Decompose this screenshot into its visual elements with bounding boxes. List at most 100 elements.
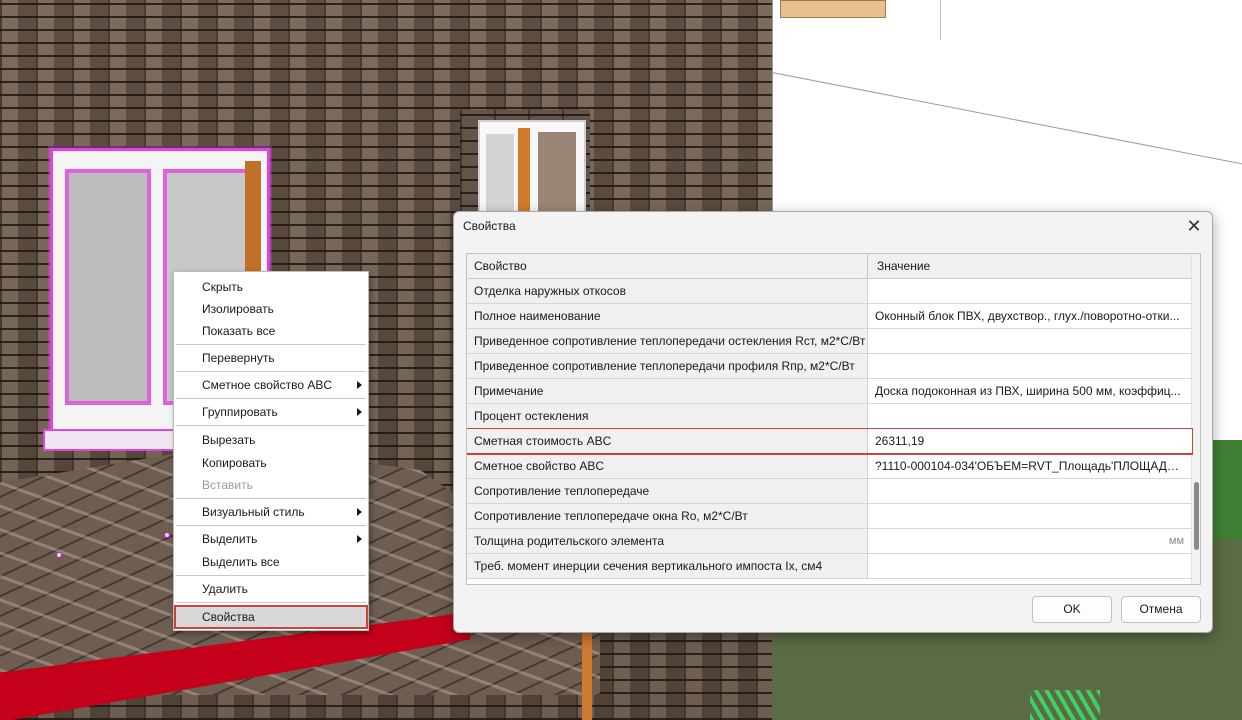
menu-item-label: Вырезать [202,433,256,447]
window-glass [486,134,514,220]
property-name: Приведенное сопротивление теплопередачи … [467,329,868,353]
ok-button[interactable]: OK [1032,596,1112,623]
property-value[interactable] [868,479,1192,503]
property-value[interactable]: 26311,19 [868,429,1192,453]
property-value[interactable]: Оконный блок ПВХ, двухствор., глух./пово… [868,304,1192,328]
table-row[interactable]: Отделка наружных откосов [467,279,1192,304]
table-row[interactable]: Процент остекления [467,404,1192,429]
window-reveal [538,132,576,220]
menu-item-cut[interactable]: Вырезать [174,429,368,451]
submenu-arrow-icon [357,381,362,389]
menu-separator [176,425,366,426]
property-name: Сметное свойство ABC [467,454,868,478]
property-value[interactable]: Доска подоконная из ПВХ, ширина 500 мм, … [868,379,1192,403]
menu-separator [176,344,366,345]
property-value[interactable] [868,554,1192,578]
property-name: Сопротивление теплопередаче [467,479,868,503]
window-element[interactable] [478,120,586,220]
submenu-arrow-icon [357,408,362,416]
submenu-arrow-icon [357,508,362,516]
plant [1030,690,1100,720]
property-name: Полное наименование [467,304,868,328]
property-value[interactable]: мм [868,529,1192,553]
menu-item-label: Выделить все [202,555,280,569]
menu-item-label: Показать все [202,324,276,338]
downpipe [582,630,592,720]
property-value[interactable] [868,354,1192,378]
table-row[interactable]: Приведенное сопротивление теплопередачи … [467,354,1192,379]
property-name: Процент остекления [467,404,868,428]
dialog-title: Свойства [463,219,516,233]
property-name: Толщина родительского элемента [467,529,868,553]
facade-edge-line [940,0,941,40]
menu-item-label: Вставить [202,478,253,492]
menu-item-group[interactable]: Группировать [174,401,368,423]
table-row[interactable]: Сопротивление теплопередаче [467,479,1192,504]
menu-item-hide[interactable]: Скрыть [174,276,368,298]
properties-dialog: Свойства ✕ Свойство Значение Отделка нар… [453,211,1213,633]
table-row[interactable]: Приведенное сопротивление теплопередачи … [467,329,1192,354]
selection-grip[interactable] [56,552,62,558]
window-sash-left [65,169,151,405]
property-name: Отделка наружных откосов [467,279,868,303]
property-value[interactable] [868,504,1192,528]
submenu-arrow-icon [357,535,362,543]
menu-item-label: Скрыть [202,280,243,294]
property-value[interactable] [868,279,1192,303]
menu-item-estimate-property[interactable]: Сметное свойство ABC [174,374,368,396]
window-jamb [518,128,530,220]
menu-item-delete[interactable]: Удалить [174,578,368,600]
table-row-highlighted[interactable]: Сметная стоимость ABC 26311,19 [467,428,1193,455]
unit-label: мм [1168,535,1184,547]
property-name: Приведенное сопротивление теплопередачи … [467,354,868,378]
menu-item-properties[interactable]: Свойства [174,605,368,629]
table-row[interactable]: Сопротивление теплопередаче окна Ro, м2*… [467,504,1192,529]
table-row[interactable]: Треб. момент инерции сечения вертикально… [467,554,1192,579]
menu-item-select-all[interactable]: Выделить все [174,551,368,573]
menu-item-label: Свойства [202,610,255,624]
menu-separator [176,525,366,526]
menu-separator [176,602,366,603]
menu-item-flip[interactable]: Перевернуть [174,347,368,369]
menu-item-copy[interactable]: Копировать [174,452,368,474]
menu-separator [176,575,366,576]
menu-item-label: Перевернуть [202,351,275,365]
menu-item-paste: Вставить [174,474,368,496]
close-icon[interactable]: ✕ [1184,217,1204,237]
property-value[interactable]: ?1110-000104-034'ОБЪЕМ=RVT_Площадь'ПЛОЩА… [868,454,1192,478]
property-name: Сопротивление теплопередаче окна Ro, м2*… [467,504,868,528]
menu-item-label: Удалить [202,582,248,596]
vertical-scrollbar[interactable] [1191,254,1200,584]
property-name: Примечание [467,379,868,403]
context-menu: Скрыть Изолировать Показать все Переверн… [173,271,369,631]
menu-item-visual-style[interactable]: Визуальный стиль [174,501,368,523]
cancel-button[interactable]: Отмена [1121,596,1201,623]
column-header-property[interactable]: Свойство [467,254,868,279]
menu-item-label: Копировать [202,456,267,470]
menu-separator [176,498,366,499]
property-value[interactable] [868,329,1192,353]
property-name: Треб. момент инерции сечения вертикально… [467,554,868,578]
properties-grid: Свойство Значение Отделка наружных откос… [466,253,1201,585]
column-header-value[interactable]: Значение [868,254,1192,279]
table-row[interactable]: Полное наименование Оконный блок ПВХ, дв… [467,304,1192,329]
menu-item-select[interactable]: Выделить [174,528,368,550]
table-row[interactable]: Толщина родительского элемента мм [467,529,1192,554]
selection-grip[interactable] [164,532,170,538]
menu-item-label: Выделить [202,532,258,546]
property-value[interactable] [868,404,1192,428]
grid-header: Свойство Значение [467,254,1192,279]
menu-item-label: Визуальный стиль [202,505,305,519]
menu-item-label: Группировать [202,405,278,419]
roof-beam [780,0,886,18]
table-row[interactable]: Примечание Доска подоконная из ПВХ, шири… [467,379,1192,404]
menu-item-label: Сметное свойство ABC [202,378,333,392]
property-name: Сметная стоимость ABC [467,429,868,453]
menu-separator [176,371,366,372]
table-row[interactable]: Сметное свойство ABC ?1110-000104-034'ОБ… [467,454,1192,479]
menu-separator [176,398,366,399]
scrollbar-thumb[interactable] [1194,482,1199,550]
menu-item-isolate[interactable]: Изолировать [174,298,368,320]
menu-item-show-all[interactable]: Показать все [174,320,368,342]
menu-item-label: Изолировать [202,302,274,316]
